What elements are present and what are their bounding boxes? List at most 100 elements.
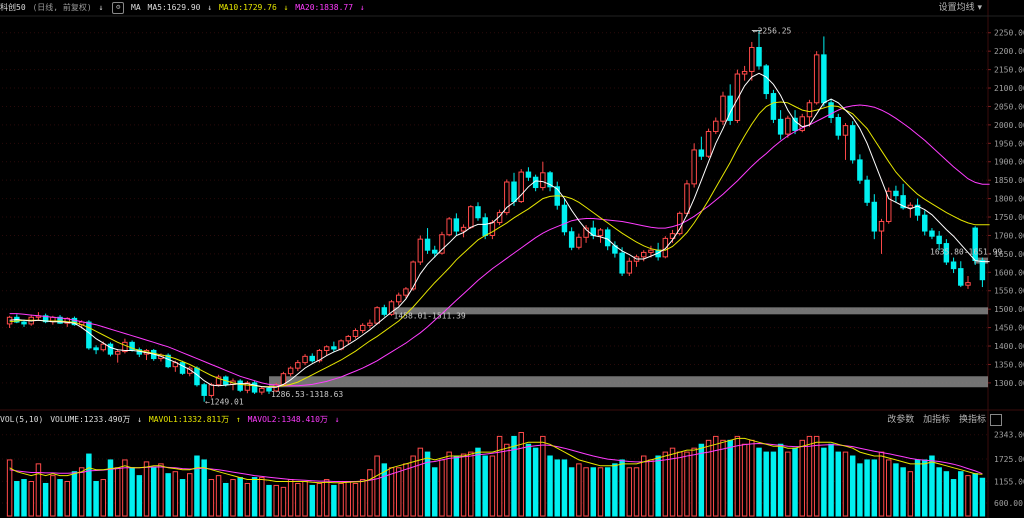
volume-bar-down [936, 467, 942, 517]
volume-bar-up [158, 463, 164, 517]
volume-bar-up [648, 459, 654, 517]
low-label: ←1249.01 [205, 398, 244, 407]
volume-bar-down [828, 443, 834, 517]
candle-up [417, 238, 424, 263]
volume-bar-down [136, 475, 143, 517]
volume-bar-up [323, 479, 330, 517]
candle-down [525, 171, 532, 178]
zone-high-label: 1458.01-1511.39 [394, 311, 466, 320]
volume-bar-up [662, 451, 669, 517]
candle-down [698, 149, 705, 157]
volume-bar-up [446, 451, 452, 517]
volume-tick-label: 2343.00 [994, 431, 1024, 440]
volume-bar-down [150, 467, 157, 517]
candle-down [568, 231, 575, 248]
volume-bar-down [309, 484, 315, 517]
volume-bar-up [244, 482, 251, 517]
volume-axis: 2343.00 1725.00 1155.00 600.00 [994, 431, 1024, 508]
ma10-line [9, 101, 990, 388]
volume-bar-up [633, 467, 640, 517]
volume-bar-up [640, 455, 647, 517]
candle-down [792, 117, 798, 131]
price-tick-label: 1500.00 [994, 305, 1024, 314]
ma-lines [9, 72, 990, 388]
candle-up [597, 229, 604, 236]
volume-bar-up [842, 451, 849, 517]
price-axis: 2250.00 2200.00 2150.00 2100.00 2050.00 2000.… [988, 29, 1024, 388]
price-tick-label: 2150.00 [994, 66, 1024, 75]
candle-up [576, 236, 582, 248]
candle-down [453, 218, 460, 232]
volume-bar-down [86, 453, 92, 517]
volume-bar-down [655, 455, 661, 517]
price-tick-label: 2050.00 [994, 102, 1024, 111]
candle-up [720, 95, 726, 122]
volume-bar-down [71, 471, 78, 517]
candle-up [302, 355, 308, 364]
price-tick-label: 1750.00 [994, 213, 1024, 222]
candle-up [208, 384, 215, 396]
candle-down [237, 380, 243, 391]
volume-bar-down [14, 480, 20, 517]
volume-bar-down [432, 467, 438, 517]
volume-bar-down [237, 477, 243, 517]
candle-up [6, 316, 13, 325]
volume-bar-down [547, 455, 553, 517]
candle-up [662, 237, 669, 258]
volume-bar-down [857, 463, 863, 517]
volume-bar-up [338, 482, 344, 517]
candle-up [395, 294, 402, 303]
zone-right-label: 1635.80-1651.99 [930, 248, 1002, 257]
candle-up [691, 149, 697, 185]
volume-bar-up [576, 463, 582, 517]
volume-bar-up [965, 475, 971, 517]
price-tick-label: 2200.00 [994, 47, 1024, 56]
candle-up [446, 218, 452, 236]
volume-bar-up [439, 459, 445, 517]
volume-bar-down [590, 467, 597, 517]
volume-bar-up [677, 451, 683, 517]
volume-bar-up [259, 477, 265, 517]
volume-bar-up [597, 467, 604, 517]
candle-up [684, 183, 690, 214]
kline-chart[interactable]: 2250.00 2200.00 2150.00 2100.00 2050.00 2000.… [0, 0, 1024, 518]
volume-bar-up [352, 482, 359, 517]
volume-bar-down [554, 459, 560, 517]
volume-bar-up [496, 435, 503, 517]
candle-up [259, 387, 265, 393]
candle-down [309, 355, 315, 362]
volume-bar-down [922, 459, 928, 517]
candle-down [828, 102, 834, 119]
candle-down [979, 260, 986, 281]
support-zone [269, 376, 988, 388]
candle-down [835, 117, 842, 136]
volume-bar-down [835, 451, 842, 517]
volume-bar-up [799, 439, 805, 517]
volume-bar-down [604, 467, 611, 517]
candle-up [540, 172, 546, 189]
candle-down [777, 118, 784, 135]
candle-down [86, 321, 92, 349]
candle-up [749, 46, 755, 72]
volume-bar-down [223, 482, 229, 517]
candle-up [374, 307, 380, 324]
candle-down [821, 54, 827, 104]
volume-bar-up [713, 435, 719, 517]
volume-bar-up [720, 439, 726, 517]
candle-up [100, 343, 107, 351]
volume-bar-up [50, 475, 56, 517]
volume-bar-up [287, 479, 294, 517]
volume-bar-up [684, 451, 690, 517]
price-tick-label: 1600.00 [994, 268, 1024, 277]
candle-down [511, 181, 517, 203]
volume-bar-up [230, 479, 236, 517]
price-tick-label: 1900.00 [994, 158, 1024, 167]
candle-up [345, 335, 352, 342]
volume-bar-down [864, 459, 870, 517]
volume-bar-up [583, 467, 589, 517]
candle-down [936, 235, 942, 245]
zone-low-label: 1286.53-1318.63 [271, 390, 343, 399]
volume-bar-up [367, 469, 373, 517]
candle-down [770, 93, 777, 120]
candle-up [460, 226, 467, 232]
